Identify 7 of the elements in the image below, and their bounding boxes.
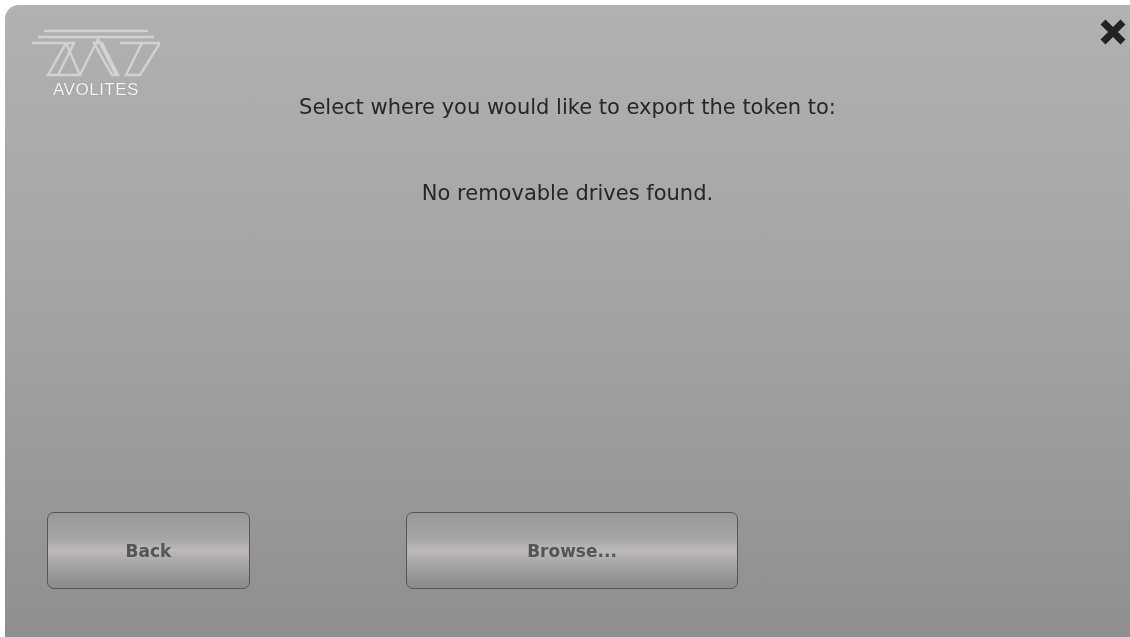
- close-icon[interactable]: [1098, 17, 1128, 47]
- dialog-title: Select where you would like to export the token to:: [299, 95, 836, 119]
- dialog-button[interactable]: Browse...: [406, 512, 738, 589]
- status-message: No removable drives found.: [420, 181, 715, 205]
- logo-text: AVOLITES: [53, 81, 139, 98]
- logo-icon: [32, 27, 160, 79]
- dialog-button[interactable]: Back: [47, 512, 250, 589]
